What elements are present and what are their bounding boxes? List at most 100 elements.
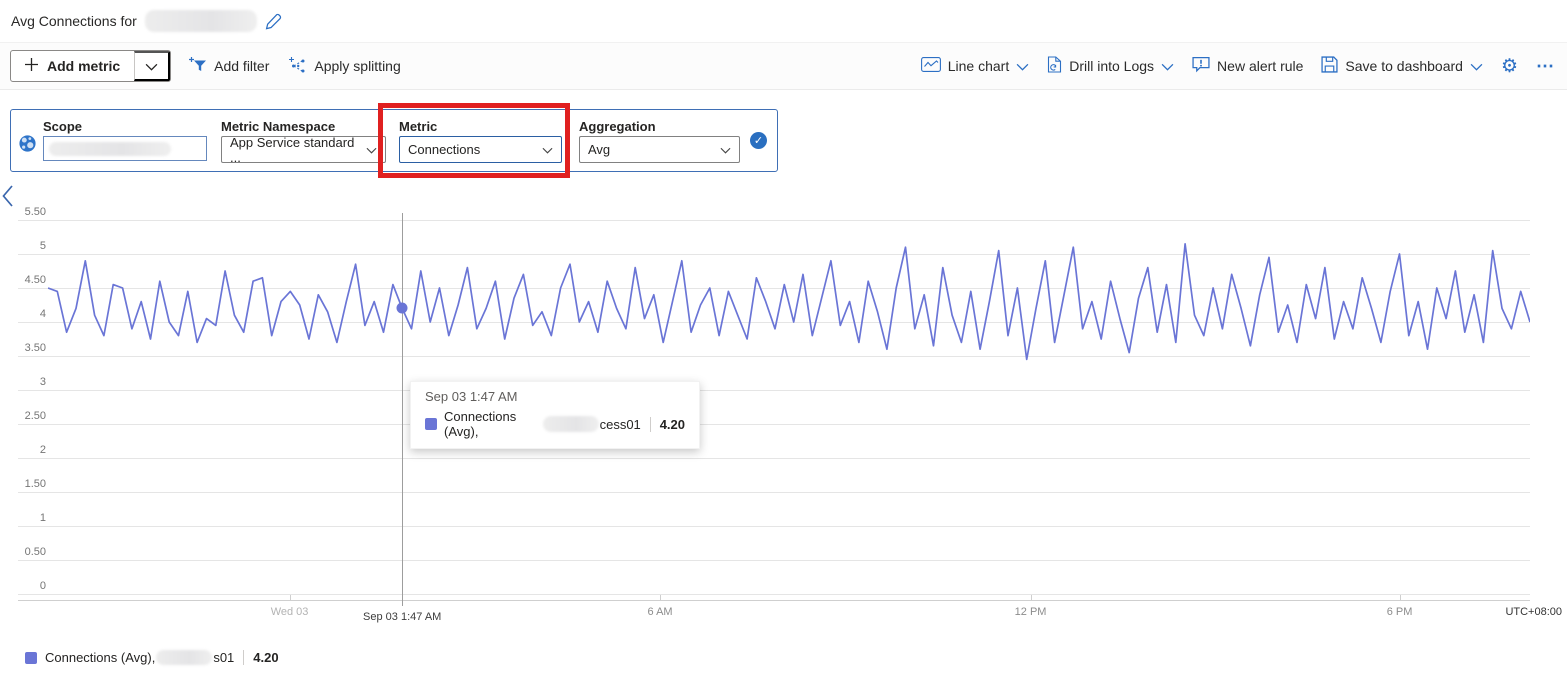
chevron-down-icon xyxy=(145,59,158,74)
add-filter-button[interactable]: Add filter xyxy=(189,57,269,76)
add-metric-split-button: Add metric xyxy=(10,50,171,82)
metric-label: Metric xyxy=(399,119,437,134)
chevron-down-icon xyxy=(366,142,377,157)
new-alert-rule-button[interactable]: New alert rule xyxy=(1192,56,1303,76)
save-to-dashboard-button[interactable]: Save to dashboard xyxy=(1321,56,1483,76)
x-axis-tick-label: 6 AM xyxy=(648,606,673,618)
chevron-left-icon xyxy=(1,196,14,211)
gear-icon: ⚙ xyxy=(1501,56,1518,77)
timezone-label: UTC+08:00 xyxy=(1505,606,1562,618)
metrics-chart[interactable]: 5.5054.5043.5032.5021.5010.500 Wed 036 A… xyxy=(0,205,1567,645)
x-axis-tick xyxy=(290,595,291,600)
metric-namespace-label: Metric Namespace xyxy=(221,119,335,134)
metric-namespace-select[interactable]: App Service standard ... xyxy=(221,136,386,163)
hover-point-marker xyxy=(397,303,408,314)
chart-type-button[interactable]: Line chart xyxy=(921,57,1029,75)
splitting-icon xyxy=(289,57,307,76)
y-axis-tick-label: 3 xyxy=(0,376,46,388)
x-axis-tick-label: 12 PM xyxy=(1015,606,1047,618)
filter-icon xyxy=(189,57,207,76)
x-axis-tick xyxy=(1400,595,1401,600)
x-axis-tick xyxy=(660,595,661,600)
y-axis-tick-label: 1.50 xyxy=(0,478,46,490)
tooltip-series-suffix: cess01 xyxy=(600,417,641,432)
gridline xyxy=(18,594,1530,595)
chevron-down-icon xyxy=(720,142,731,157)
chevron-down-icon xyxy=(542,142,553,157)
redacted-scope-value xyxy=(49,142,171,156)
hover-crosshair-line xyxy=(402,213,403,606)
edit-title-button[interactable] xyxy=(265,13,282,30)
tooltip-series-row: Connections (Avg), cess01 4.20 xyxy=(425,409,685,439)
tooltip-series-name: Connections (Avg), xyxy=(444,409,542,439)
legend-swatch xyxy=(25,652,37,664)
collapse-panel-button[interactable] xyxy=(1,184,14,211)
legend-series-suffix: s01 xyxy=(213,650,234,665)
drill-into-logs-button[interactable]: Drill into Logs xyxy=(1047,56,1174,76)
logs-document-icon xyxy=(1047,56,1062,76)
y-axis-tick-label: 4.50 xyxy=(0,274,46,286)
scope-label: Scope xyxy=(43,119,82,134)
metric-value: Connections xyxy=(408,142,480,157)
legend-value: 4.20 xyxy=(253,650,278,665)
chevron-down-icon xyxy=(1161,58,1174,74)
metric-config-panel: Scope Metric Namespace App Service stand… xyxy=(10,109,778,172)
y-axis-tick-label: 2 xyxy=(0,444,46,456)
chart-tooltip: Sep 03 1:47 AM Connections (Avg), cess01… xyxy=(410,381,700,449)
command-bar-right: Line chart Drill into Logs New alert r xyxy=(921,56,1555,76)
redacted-legend-resource xyxy=(156,650,212,665)
x-axis-line xyxy=(18,600,1530,601)
legend-series-name: Connections (Avg), xyxy=(45,650,155,665)
ellipsis-icon: ⋯ xyxy=(1536,56,1555,76)
chart-type-label: Line chart xyxy=(948,58,1009,74)
more-options-button[interactable]: ⋯ xyxy=(1536,57,1555,75)
scope-input[interactable] xyxy=(43,136,207,161)
title-bar: Avg Connections for xyxy=(0,0,1567,42)
metric-namespace-value: App Service standard ... xyxy=(230,135,366,165)
aggregation-value: Avg xyxy=(588,142,610,157)
series-swatch xyxy=(425,418,437,430)
aggregation-label: Aggregation xyxy=(579,119,656,134)
y-axis-tick-label: 0.50 xyxy=(0,546,46,558)
chevron-down-icon xyxy=(1470,58,1483,74)
y-axis-tick-label: 5 xyxy=(0,240,46,252)
aggregation-select[interactable]: Avg xyxy=(579,136,740,163)
series-line xyxy=(48,220,1530,594)
add-filter-label: Add filter xyxy=(214,58,269,74)
chevron-down-icon xyxy=(1016,58,1029,74)
apply-splitting-button[interactable]: Apply splitting xyxy=(289,57,400,76)
command-bar: Add metric Add filter Apply splitt xyxy=(0,42,1567,90)
save-to-dashboard-label: Save to dashboard xyxy=(1345,58,1463,74)
legend-item[interactable]: Connections (Avg), s01 4.20 xyxy=(25,650,279,665)
line-chart-icon xyxy=(921,57,941,75)
redacted-resource-name xyxy=(145,10,257,32)
page-title: Avg Connections for xyxy=(11,13,137,29)
command-bar-left: Add metric Add filter Apply splitt xyxy=(10,50,421,82)
y-axis-tick-label: 4 xyxy=(0,308,46,320)
y-axis-tick-label: 1 xyxy=(0,512,46,524)
x-axis-tick xyxy=(1031,595,1032,600)
metrics-explorer-page: Avg Connections for Add metric xyxy=(0,0,1567,681)
y-axis-tick-label: 3.50 xyxy=(0,342,46,354)
x-axis-tick-label: Wed 03 xyxy=(271,606,309,618)
hover-time-label: Sep 03 1:47 AM xyxy=(363,611,441,623)
metric-select[interactable]: Connections xyxy=(399,136,562,163)
settings-gear-button[interactable]: ⚙ xyxy=(1501,57,1518,76)
legend-divider xyxy=(243,650,244,665)
add-metric-button[interactable]: Add metric xyxy=(11,51,134,81)
add-metric-label: Add metric xyxy=(47,58,120,74)
new-alert-rule-label: New alert rule xyxy=(1217,58,1303,74)
apply-splitting-label: Apply splitting xyxy=(314,58,400,74)
applied-check-icon: ✓ xyxy=(750,132,767,149)
y-axis-tick-label: 2.50 xyxy=(0,410,46,422)
y-axis-tick-label: 0 xyxy=(0,580,46,592)
save-icon xyxy=(1321,56,1338,76)
tooltip-time: Sep 03 1:47 AM xyxy=(425,389,685,404)
plus-icon xyxy=(25,58,38,74)
x-axis-tick-label: 6 PM xyxy=(1387,606,1413,618)
drill-into-logs-label: Drill into Logs xyxy=(1069,58,1154,74)
add-metric-dropdown[interactable] xyxy=(134,51,170,81)
redacted-tooltip-resource xyxy=(543,416,598,432)
tooltip-divider xyxy=(650,417,651,432)
pencil-icon xyxy=(265,18,282,33)
